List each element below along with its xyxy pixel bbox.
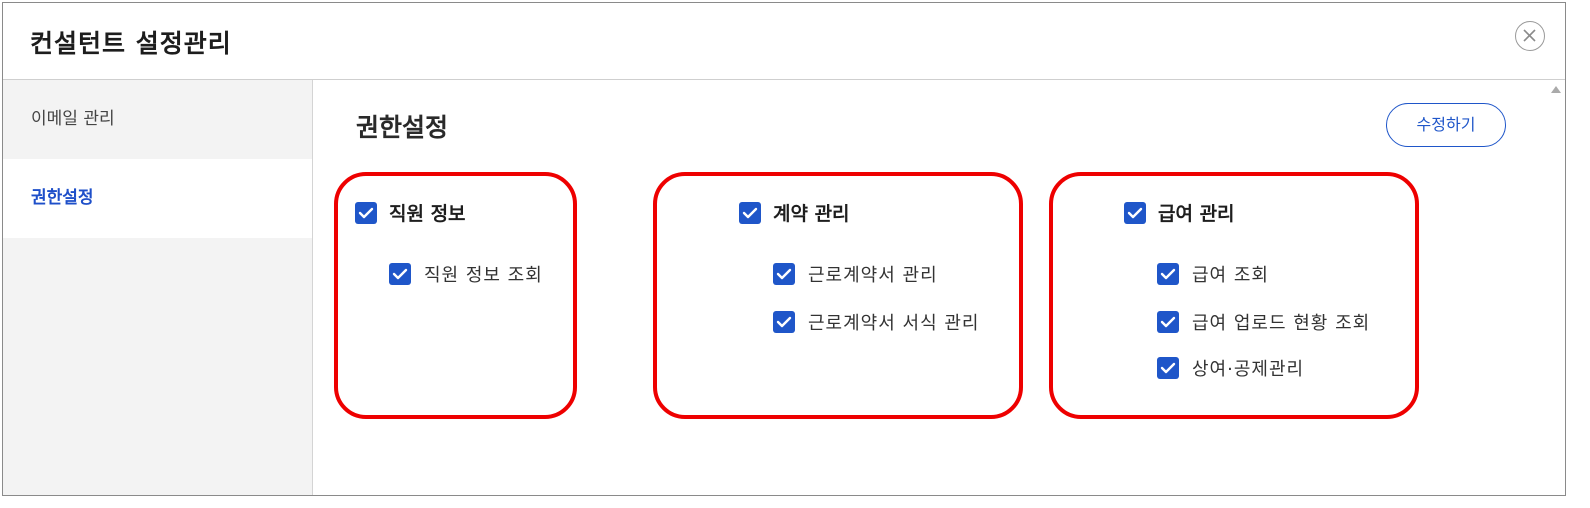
permission-group-payroll[interactable]: 급여 관리	[1124, 199, 1235, 226]
close-icon[interactable]	[1515, 21, 1545, 51]
permission-group-label: 급여 관리	[1158, 203, 1235, 225]
edit-button[interactable]: 수정하기	[1386, 103, 1506, 147]
checkbox-checked-icon[interactable]	[1157, 263, 1179, 285]
checkbox-checked-icon[interactable]	[773, 311, 795, 333]
checkbox-checked-icon[interactable]	[1157, 311, 1179, 333]
permission-label: 급여 조회	[1192, 265, 1269, 286]
permission-label: 직원 정보 조회	[424, 265, 543, 286]
permission-group-label: 직원 정보	[389, 203, 466, 225]
permission-label: 급여 업로드 현황 조회	[1192, 313, 1371, 334]
checkbox-checked-icon[interactable]	[773, 263, 795, 285]
permission-labor-contract[interactable]: 근로계약서 관리	[773, 261, 938, 287]
checkbox-checked-icon[interactable]	[355, 201, 377, 224]
permission-group-employee-info[interactable]: 직원 정보	[355, 199, 466, 226]
consultant-settings-dialog: 컨설턴트 설정관리 이메일 관리 권한설정 권한설정 수정하기 직원 정보 직원…	[2, 2, 1566, 496]
permission-label: 근로계약서 관리	[808, 265, 938, 286]
section-title: 권한설정	[356, 113, 449, 142]
sidebar-item-label: 권한설정	[31, 188, 94, 208]
permission-group-label: 계약 관리	[773, 203, 850, 225]
scroll-up-arrow-icon[interactable]	[1551, 86, 1561, 93]
permissions-panel: 권한설정 수정하기 직원 정보 직원 정보 조회 계약 관리 근로계약서 관리 …	[313, 80, 1565, 495]
permission-label: 상여·공제관리	[1192, 359, 1305, 380]
dialog-header: 컨설턴트 설정관리	[3, 3, 1565, 80]
checkbox-checked-icon[interactable]	[389, 263, 411, 285]
sidebar-item-permissions[interactable]: 권한설정	[3, 159, 312, 238]
permission-bonus-deduction[interactable]: 상여·공제관리	[1157, 355, 1304, 381]
permission-employee-info-view[interactable]: 직원 정보 조회	[389, 261, 543, 287]
permission-payroll-view[interactable]: 급여 조회	[1157, 261, 1269, 287]
sidebar-item-label: 이메일 관리	[31, 109, 115, 129]
checkbox-checked-icon[interactable]	[1157, 357, 1179, 379]
permission-payroll-upload-status[interactable]: 급여 업로드 현황 조회	[1157, 309, 1370, 335]
dialog-title: 컨설턴트 설정관리	[30, 29, 232, 58]
sidebar-item-email[interactable]: 이메일 관리	[3, 80, 312, 159]
permission-labor-contract-template[interactable]: 근로계약서 서식 관리	[773, 309, 979, 335]
checkbox-checked-icon[interactable]	[739, 201, 761, 224]
permission-group-contract[interactable]: 계약 관리	[739, 199, 850, 226]
permission-label: 근로계약서 서식 관리	[808, 313, 980, 334]
settings-sidebar: 이메일 관리 권한설정	[3, 80, 313, 495]
checkbox-checked-icon[interactable]	[1124, 201, 1146, 224]
